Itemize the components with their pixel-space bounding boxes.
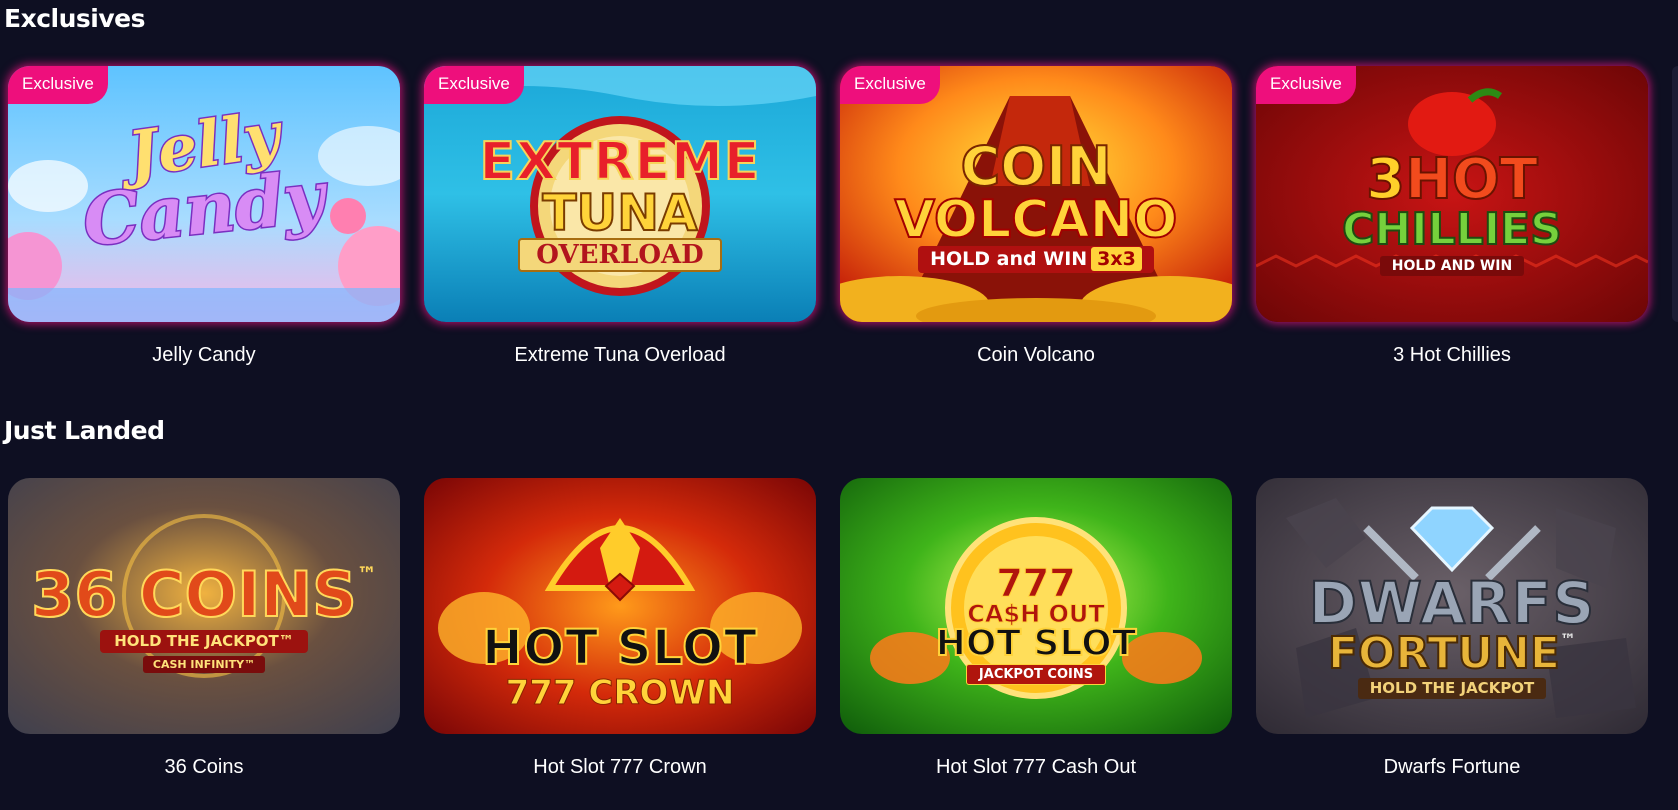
next-card-peek — [1672, 66, 1678, 322]
logo-line: 3 — [1365, 147, 1406, 212]
logo-line: HOLD THE JACKPOT™ — [100, 630, 308, 653]
coin-volcano-logo: COIN VOLCANO HOLD and WIN 3x3 — [840, 135, 1232, 273]
dwarfs-fortune-logo: DWARFS FORTUNE™ HOLD THE JACKPOT — [1256, 569, 1648, 699]
extreme-tuna-logo: EXTREME TUNA OVERLOAD — [424, 132, 816, 272]
hot-slot-cash-out-logo: 777 CA$H OUT HOT SLOT JACKPOT COINS — [840, 564, 1232, 685]
section-title-just-landed: Just Landed — [4, 416, 165, 445]
game-thumbnail[interactable]: Exclusive EXTREME TUNA OVERLOAD — [424, 66, 816, 322]
game-thumbnail[interactable]: 36 COINS™ HOLD THE JACKPOT™ CASH INFINIT… — [8, 478, 400, 734]
game-card-hot-slot-777-cash-out[interactable]: 777 CA$H OUT HOT SLOT JACKPOT COINS Hot … — [840, 478, 1232, 779]
game-thumbnail[interactable]: HOT SLOT 777 CROWN — [424, 478, 816, 734]
game-card-3-hot-chillies[interactable]: Exclusive 3HOT CHILLIES HOLD AND WIN 3 H… — [1256, 66, 1648, 367]
game-title[interactable]: Coin Volcano — [977, 344, 1095, 367]
game-card-36-coins[interactable]: 36 COINS™ HOLD THE JACKPOT™ CASH INFINIT… — [8, 478, 400, 779]
game-title[interactable]: 3 Hot Chillies — [1393, 344, 1511, 367]
game-title[interactable]: 36 Coins — [165, 756, 244, 779]
game-card-coin-volcano[interactable]: Exclusive COIN VOLCANO HOLD and WIN 3x3 C… — [840, 66, 1232, 367]
game-title[interactable]: Extreme Tuna Overload — [514, 344, 725, 367]
game-title[interactable]: Jelly Candy — [152, 344, 255, 367]
logo-line: HOLD AND WIN — [1379, 256, 1525, 276]
logo-line: Candy — [78, 153, 330, 264]
logo-tag: HOLD and WIN 3x3 — [918, 246, 1154, 273]
games-lobby: Exclusives Exclusive Jelly Candy Jelly C… — [0, 0, 1678, 810]
logo-line: HOLD and WIN — [930, 248, 1088, 270]
game-thumbnail[interactable]: Exclusive 3HOT CHILLIES HOLD AND WIN — [1256, 66, 1648, 322]
logo-line: FORTUNE — [1327, 628, 1561, 679]
logo-line: COIN — [960, 135, 1113, 198]
logo-line: EXTREME — [479, 132, 761, 192]
game-card-hot-slot-777-crown[interactable]: HOT SLOT 777 CROWN Hot Slot 777 Crown — [424, 478, 816, 779]
logo-line: 36 COINS — [30, 558, 358, 631]
logo-line-1: 36 COINS™ — [8, 562, 400, 627]
logo-line-1: 3HOT — [1256, 151, 1648, 209]
logo-line: VOLCANO — [894, 190, 1179, 250]
hot-slot-crown-logo: HOT SLOT 777 CROWN — [424, 620, 816, 713]
game-title[interactable]: Hot Slot 777 Crown — [533, 756, 706, 779]
logo-line: JACKPOT COINS — [965, 664, 1107, 685]
game-thumbnail[interactable]: 777 CA$H OUT HOT SLOT JACKPOT COINS — [840, 478, 1232, 734]
logo-line: TUNA — [541, 184, 698, 242]
logo-line: HOT — [1404, 147, 1539, 212]
game-title[interactable]: Hot Slot 777 Cash Out — [936, 756, 1136, 779]
logo-line: 777 — [996, 561, 1076, 605]
exclusive-badge: Exclusive — [1256, 66, 1356, 104]
logo-line: OVERLOAD — [518, 238, 722, 272]
logo-line-2: FORTUNE™ — [1256, 630, 1648, 677]
logo-line: ™ — [356, 562, 377, 586]
logo-line: HOLD THE JACKPOT — [1357, 678, 1547, 699]
36-coins-logo: 36 COINS™ HOLD THE JACKPOT™ CASH INFINIT… — [8, 562, 400, 673]
hot-chillies-logo: 3HOT CHILLIES HOLD AND WIN — [1256, 151, 1648, 276]
jelly-candy-logo: Jelly Candy — [8, 96, 400, 264]
logo-line: 3x3 — [1091, 247, 1142, 271]
exclusives-row: Exclusive Jelly Candy Jelly Candy Exclus… — [8, 66, 1648, 367]
logo-line: ™ — [1560, 630, 1576, 649]
game-card-dwarfs-fortune[interactable]: DWARFS FORTUNE™ HOLD THE JACKPOT Dwarfs … — [1256, 478, 1648, 779]
logo-line: CASH INFINITY™ — [142, 656, 266, 673]
exclusive-badge: Exclusive — [424, 66, 524, 104]
logo-line: 777 CROWN — [505, 673, 735, 713]
game-thumbnail[interactable]: Exclusive COIN VOLCANO HOLD and WIN 3x3 — [840, 66, 1232, 322]
game-thumbnail[interactable]: DWARFS FORTUNE™ HOLD THE JACKPOT — [1256, 478, 1648, 734]
exclusive-badge: Exclusive — [8, 66, 108, 104]
logo-line: CHILLIES — [1341, 204, 1563, 255]
game-title[interactable]: Dwarfs Fortune — [1384, 756, 1521, 779]
logo-line: HOT SLOT — [481, 620, 758, 676]
exclusive-badge: Exclusive — [840, 66, 940, 104]
logo-line: HOT SLOT — [935, 623, 1138, 664]
just-landed-row: 36 COINS™ HOLD THE JACKPOT™ CASH INFINIT… — [8, 478, 1648, 779]
game-card-extreme-tuna-overload[interactable]: Exclusive EXTREME TUNA OVERLOAD Extreme … — [424, 66, 816, 367]
section-title-exclusives: Exclusives — [4, 4, 145, 33]
game-thumbnail[interactable]: Exclusive Jelly Candy — [8, 66, 400, 322]
game-card-jelly-candy[interactable]: Exclusive Jelly Candy Jelly Candy — [8, 66, 400, 367]
logo-line: DWARFS — [1308, 569, 1596, 637]
